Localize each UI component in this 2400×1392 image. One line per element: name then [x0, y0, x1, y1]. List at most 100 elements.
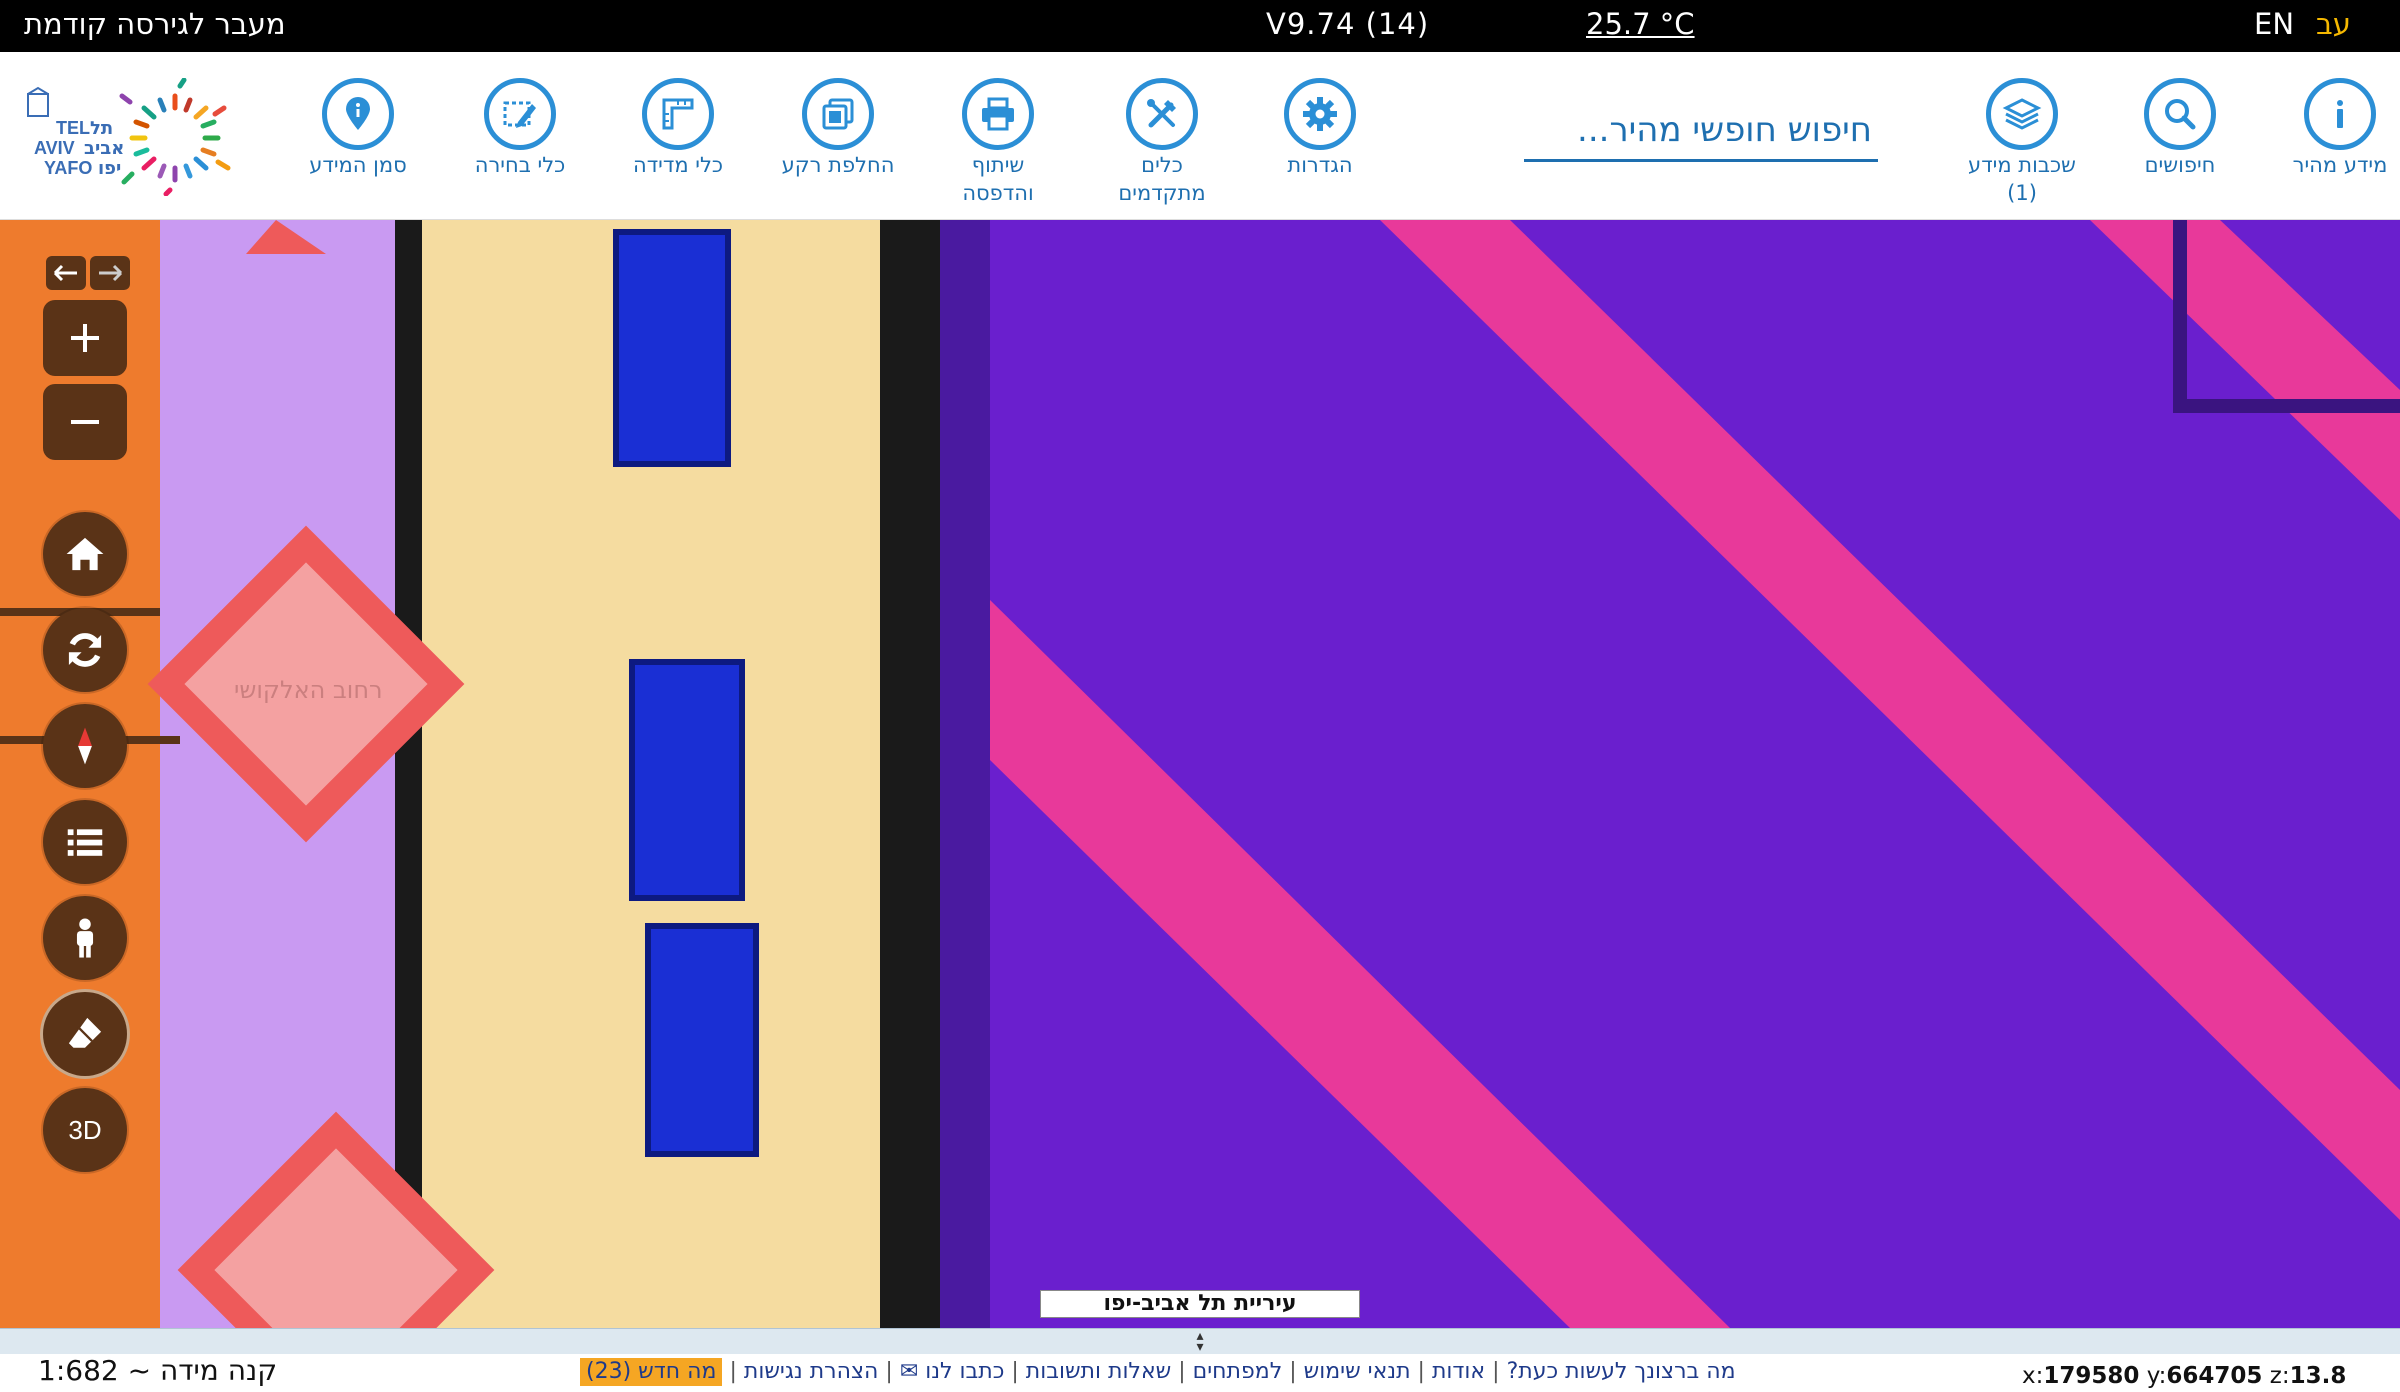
settings-label: הגדרות [1287, 153, 1353, 177]
logo-text-yafo: YAFO [44, 158, 92, 178]
info-layers-label: שכבות מידע [1968, 153, 2076, 177]
coord-y-label: y: [2146, 1363, 2167, 1389]
share-print-label-2: והדפסה [962, 181, 1034, 205]
temperature-link[interactable]: 25.7 °C [1586, 6, 1695, 42]
forward-arrow-button[interactable] [90, 256, 130, 290]
link-contact[interactable]: כתבו לנו ✉ [900, 1359, 1005, 1384]
app-root: { "topbar": { "prev_version": "מעבר לגיר… [0, 0, 2400, 1392]
map-area-purple [990, 220, 2400, 1328]
quick-search-box [1524, 100, 1878, 162]
search-input[interactable] [1524, 100, 1878, 159]
advanced-tools-label-1: כלים [1141, 153, 1183, 177]
language-en-button[interactable]: EN [2254, 6, 2294, 42]
magnifier-icon [2165, 99, 2196, 130]
coord-x-label: x: [2022, 1363, 2044, 1389]
map-graphics: רחוב האלקושי [0, 220, 2400, 1328]
main-toolbar: מידע מהיר חיפושים שכבות מידע (1) הגדרות … [0, 52, 2400, 220]
map-building-2 [629, 659, 745, 901]
link-developers[interactable]: למפתחים [1193, 1359, 1283, 1384]
quick-info-button[interactable]: מידע מהיר [2262, 78, 2400, 178]
street-view-button[interactable] [43, 896, 127, 980]
3d-button[interactable]: 3D [43, 1088, 127, 1172]
link-faq[interactable]: שאלות ותשובות [1026, 1359, 1171, 1384]
tools-icon [1147, 99, 1176, 128]
select-tool-label: כלי בחירה [474, 153, 566, 177]
ruler-icon [662, 98, 694, 130]
link-about[interactable]: אודות [1432, 1359, 1485, 1384]
mark-info-button[interactable]: סמן המידע [280, 78, 436, 178]
link-whats-new[interactable]: מה חדש (23) [580, 1358, 723, 1386]
basemap-label: החלפת רקע [781, 153, 895, 177]
home-button[interactable] [43, 512, 127, 596]
searches-button[interactable]: חיפושים [2102, 78, 2258, 178]
measure-tool-label: כלי מדידה [632, 153, 724, 177]
coord-x-value: 179580 [2043, 1363, 2140, 1389]
share-print-button[interactable]: שיתוף והדפסה [920, 78, 1076, 206]
footer-links: מה ברצונך לעשות כעת?|אודות|תנאי שימוש|למ… [580, 1358, 1820, 1386]
info-layers-button[interactable]: שכבות מידע (1) [1944, 78, 2100, 206]
eraser-icon [68, 1017, 102, 1048]
arrow-right-icon [99, 264, 123, 282]
scale-indicator: קנה מידה ~ 1:682 [38, 1354, 278, 1387]
coord-z-label: z: [2269, 1363, 2290, 1389]
gear-icon [1303, 97, 1337, 131]
advanced-tools-label-2: מתקדמים [1118, 181, 1206, 205]
bottom-bar: קנה מידה ~ 1:682 מה ברצונך לעשות כעת?|או… [0, 1354, 2400, 1392]
tel-aviv-yafo-logo[interactable]: TEL תל AVIV אביב YAFO יפו [20, 77, 252, 197]
plus-icon [71, 324, 99, 352]
logo-text-aviv: AVIV [34, 138, 75, 158]
coordinates-readout: x:179580 y:664705 z:13.8 [2022, 1362, 2346, 1390]
logo-text-aviv-he: אביב [84, 138, 124, 159]
back-arrow-button[interactable] [46, 256, 86, 290]
bottom-panel-handle[interactable]: ▴ ▾ [0, 1328, 2400, 1354]
legend-button[interactable] [43, 800, 127, 884]
link-what-to-do[interactable]: מה ברצונך לעשות כעת? [1507, 1359, 1736, 1384]
home-icon [66, 537, 104, 571]
logo-text-tel: TEL [56, 118, 90, 138]
map-attribution: עיריית תל אביב-יפו [1040, 1290, 1360, 1318]
language-he-button[interactable]: עב [2316, 6, 2351, 42]
info-icon [2337, 100, 2343, 128]
info-layers-count: (1) [2007, 181, 2037, 205]
advanced-tools-button[interactable]: כלים מתקדמים [1084, 78, 1240, 206]
compass-icon [78, 727, 92, 765]
refresh-button[interactable] [43, 608, 127, 692]
map-building-3 [645, 923, 759, 1157]
3d-label: 3D [68, 1114, 102, 1145]
map-building-1 [613, 229, 731, 467]
map-canvas[interactable]: רחוב האלקושי 3D עיריית תל אביב-יפו [0, 220, 2400, 1328]
expand-handle-icon[interactable]: ▴ ▾ [1188, 1329, 1212, 1354]
version-label: V9.74 (14) [1266, 7, 1430, 41]
map-pin-icon [346, 97, 370, 130]
arrow-left-icon [53, 264, 77, 282]
select-tool-button[interactable]: כלי בחירה [442, 78, 598, 178]
measure-tool-button[interactable]: כלי מדידה [600, 78, 756, 178]
link-accessibility[interactable]: הצהרת נגישות [744, 1359, 879, 1384]
share-print-label-1: שיתוף [971, 153, 1025, 177]
person-icon [76, 918, 94, 958]
selection-icon [503, 101, 536, 128]
basemap-switch-button[interactable]: החלפת רקע [760, 78, 916, 178]
link-terms[interactable]: תנאי שימוש [1304, 1359, 1411, 1384]
zoom-in-button[interactable] [43, 300, 127, 376]
compass-button[interactable] [43, 704, 127, 788]
coord-y-value: 664705 [2166, 1363, 2263, 1389]
previous-version-link[interactable]: מעבר לגירסה קודמת [24, 6, 286, 42]
settings-button[interactable]: הגדרות [1242, 78, 1398, 178]
minus-icon [71, 420, 99, 424]
city-emblem-icon [27, 86, 49, 117]
layers-icon [2002, 98, 2042, 130]
list-icon [67, 829, 103, 856]
refresh-icon [68, 633, 102, 667]
mark-info-label: סמן המידע [309, 153, 407, 177]
top-status-bar: מעבר לגירסה קודמת V9.74 (14) 25.7 °C EN … [0, 0, 2400, 52]
eraser-button[interactable] [43, 992, 127, 1076]
logo-text-yafo-he: יפו [98, 158, 121, 179]
logo-confetti-icon [119, 77, 231, 197]
map-street-label: רחוב האלקושי [234, 676, 383, 704]
zoom-out-button[interactable] [43, 384, 127, 460]
quick-info-label: מידע מהיר [2292, 153, 2388, 177]
logo-text-tel-he: תל [90, 118, 113, 139]
printer-icon [982, 97, 1014, 131]
coord-z-value: 13.8 [2289, 1363, 2347, 1389]
